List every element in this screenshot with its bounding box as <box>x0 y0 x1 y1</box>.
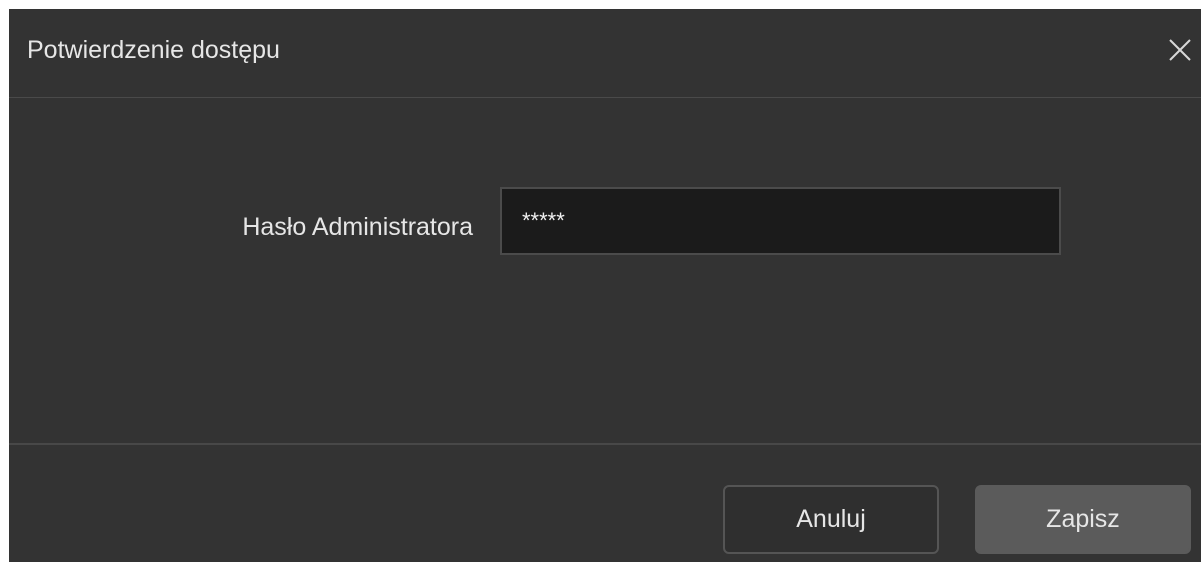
dialog-footer: Anuluj Zapisz <box>9 443 1201 562</box>
admin-password-label: Hasło Administratora <box>242 213 473 241</box>
dialog-body: Hasło Administratora <box>9 98 1201 443</box>
close-icon <box>1169 39 1191 61</box>
dialog-title: Potwierdzenie dostępu <box>27 36 280 64</box>
save-button[interactable]: Zapisz <box>975 485 1191 554</box>
admin-password-field[interactable] <box>500 187 1061 255</box>
dialog-header: Potwierdzenie dostępu <box>9 9 1201 98</box>
cancel-button[interactable]: Anuluj <box>723 485 939 554</box>
access-confirmation-dialog: Potwierdzenie dostępu Hasło Administrato… <box>9 9 1201 562</box>
close-button[interactable] <box>1164 34 1196 66</box>
